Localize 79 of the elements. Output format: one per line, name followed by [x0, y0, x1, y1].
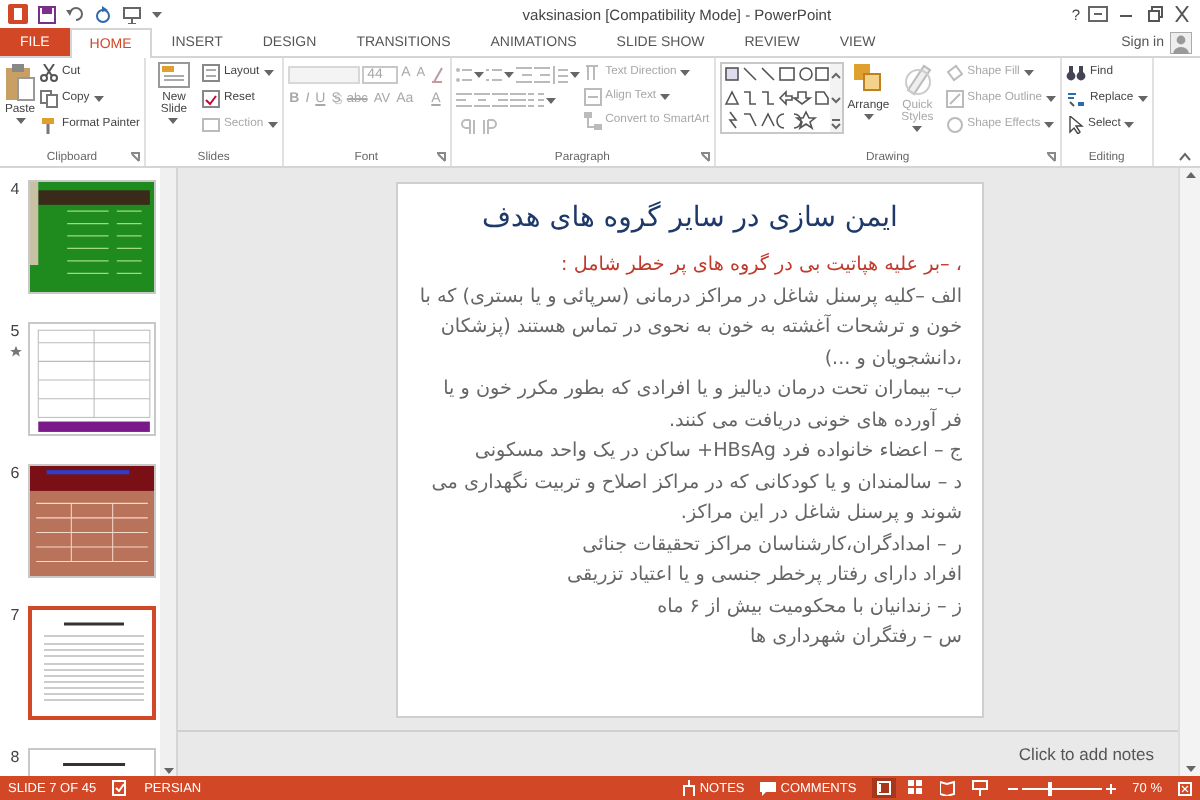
- slide-thumbnail[interactable]: [28, 464, 156, 578]
- slide-text: ب- بیماران تحت درمان دیالیز و یا افرادی که بطور مکرر خون و یا فر آورده های خونی دریافت می کنند.: [441, 376, 962, 435]
- dialog-launcher-icon[interactable]: [129, 152, 140, 162]
- align-text-icon: [583, 87, 602, 105]
- redo-icon[interactable]: [94, 5, 112, 23]
- caret-icon: [473, 71, 484, 77]
- caret-icon: [263, 69, 274, 75]
- ribbon-display-icon[interactable]: [1088, 6, 1108, 22]
- slideshow-start-icon[interactable]: [122, 5, 142, 23]
- shapes-gallery[interactable]: [721, 64, 830, 132]
- caret-icon: [680, 69, 691, 75]
- animation-star-icon: [9, 346, 21, 358]
- dialog-launcher-icon[interactable]: [1046, 152, 1057, 162]
- comment-icon: [760, 781, 777, 795]
- replace-icon: [1066, 89, 1087, 107]
- scissors-icon: [40, 63, 58, 81]
- dialog-launcher-icon[interactable]: [699, 152, 710, 162]
- gallery-scroll-icon[interactable]: [829, 64, 842, 132]
- copy-icon: [40, 89, 58, 107]
- paintbrush-icon: [40, 115, 58, 133]
- normal-view-icon[interactable]: [872, 778, 897, 798]
- slide-text: د – سالمندان و یا کودکانی که در مراکز اصلاح و تربیت نگهداری می شوند و پرسنل شاغل در این مراکز.: [429, 469, 962, 528]
- caret-icon: [503, 71, 514, 77]
- spell-check-icon[interactable]: [112, 780, 129, 796]
- scroll-up-icon[interactable]: [1185, 172, 1195, 178]
- collapse-ribbon-icon[interactable]: [1178, 152, 1192, 162]
- slide-thumbnail[interactable]: [28, 180, 156, 294]
- slide-number: 4: [10, 180, 20, 198]
- caret-icon: [267, 121, 278, 127]
- slide-text: ز – زندانیان با محکومیت بیش از ۶ ماه: [655, 593, 962, 621]
- caret-icon: [1044, 121, 1055, 127]
- caret-icon: [569, 71, 580, 77]
- cursor-icon: [1066, 115, 1085, 133]
- slide-number: 8: [10, 748, 20, 766]
- customize-caret-icon[interactable]: [152, 11, 162, 17]
- caret-icon: [15, 118, 25, 124]
- slide-title: ایمن سازی در سایر گروه های هدف: [480, 202, 900, 234]
- restore-icon[interactable]: [1144, 6, 1164, 22]
- slideshow-icon[interactable]: [968, 778, 993, 798]
- zoom-slider-thumb[interactable]: [1048, 781, 1053, 795]
- caret-icon: [1137, 95, 1148, 101]
- caret-icon: [1023, 69, 1034, 75]
- slide-number: 5: [10, 322, 20, 340]
- close-icon[interactable]: [1172, 6, 1192, 22]
- slide-thumbnail[interactable]: [28, 606, 156, 720]
- binoculars-icon: [1066, 63, 1087, 81]
- slide-number: 6: [10, 464, 20, 482]
- slide-text: ج – اعضاء خانواده فرد HBsAg+ ساکن در یک واحد مسکونی: [472, 438, 962, 466]
- slide-text: الف –کلیه پرسنل شاغل در مراکز درمانی (سرپائی و یا بستری) که با خون و ترشحات آغشته به خون به نحوی در تماس هستند (پزشکان ،دانشجویان و ...): [418, 283, 962, 373]
- reset-icon: [201, 89, 220, 107]
- undo-icon[interactable]: [66, 6, 84, 22]
- section-icon: [201, 115, 220, 133]
- smartart-icon: [583, 111, 602, 129]
- app-logo-icon: [8, 4, 28, 24]
- caret-icon: [912, 126, 923, 132]
- slide-text: ر – امدادگران،کارشناسان مراکز تحقیقات جنائی: [580, 531, 962, 559]
- scroll-down-icon[interactable]: [1185, 766, 1195, 772]
- save-icon[interactable]: [38, 5, 56, 23]
- layout-icon: [201, 63, 220, 81]
- zoom-out-icon[interactable]: [1008, 783, 1019, 793]
- slide-text: افراد دارای رفتار پرخطر جنسی و یا اعتیاد تزریقی: [565, 562, 962, 590]
- zoom-in-icon[interactable]: [1106, 783, 1117, 793]
- caret-icon: [863, 114, 874, 120]
- caret-icon: [1046, 95, 1057, 101]
- text-direction-icon: [583, 63, 602, 81]
- dialog-launcher-icon[interactable]: [435, 152, 446, 162]
- caret-icon: [93, 95, 104, 101]
- avatar-icon: [1170, 31, 1192, 53]
- slide-text: ، –بر علیه هپاتیت بی در گروه های پر خطر شامل :: [559, 251, 962, 280]
- caret-icon: [660, 93, 671, 99]
- caret-icon: [168, 118, 179, 124]
- caret-icon: [1124, 121, 1135, 127]
- reading-view-icon[interactable]: [936, 778, 961, 798]
- slide-text: س – رفتگران شهرداری ها: [748, 623, 962, 652]
- caret-icon: [545, 97, 556, 103]
- slide-thumbnail[interactable]: [28, 322, 156, 436]
- clear-formatting-icon[interactable]: [429, 65, 446, 83]
- fit-slide-icon[interactable]: [1178, 781, 1192, 795]
- slide-number: 7: [10, 606, 20, 624]
